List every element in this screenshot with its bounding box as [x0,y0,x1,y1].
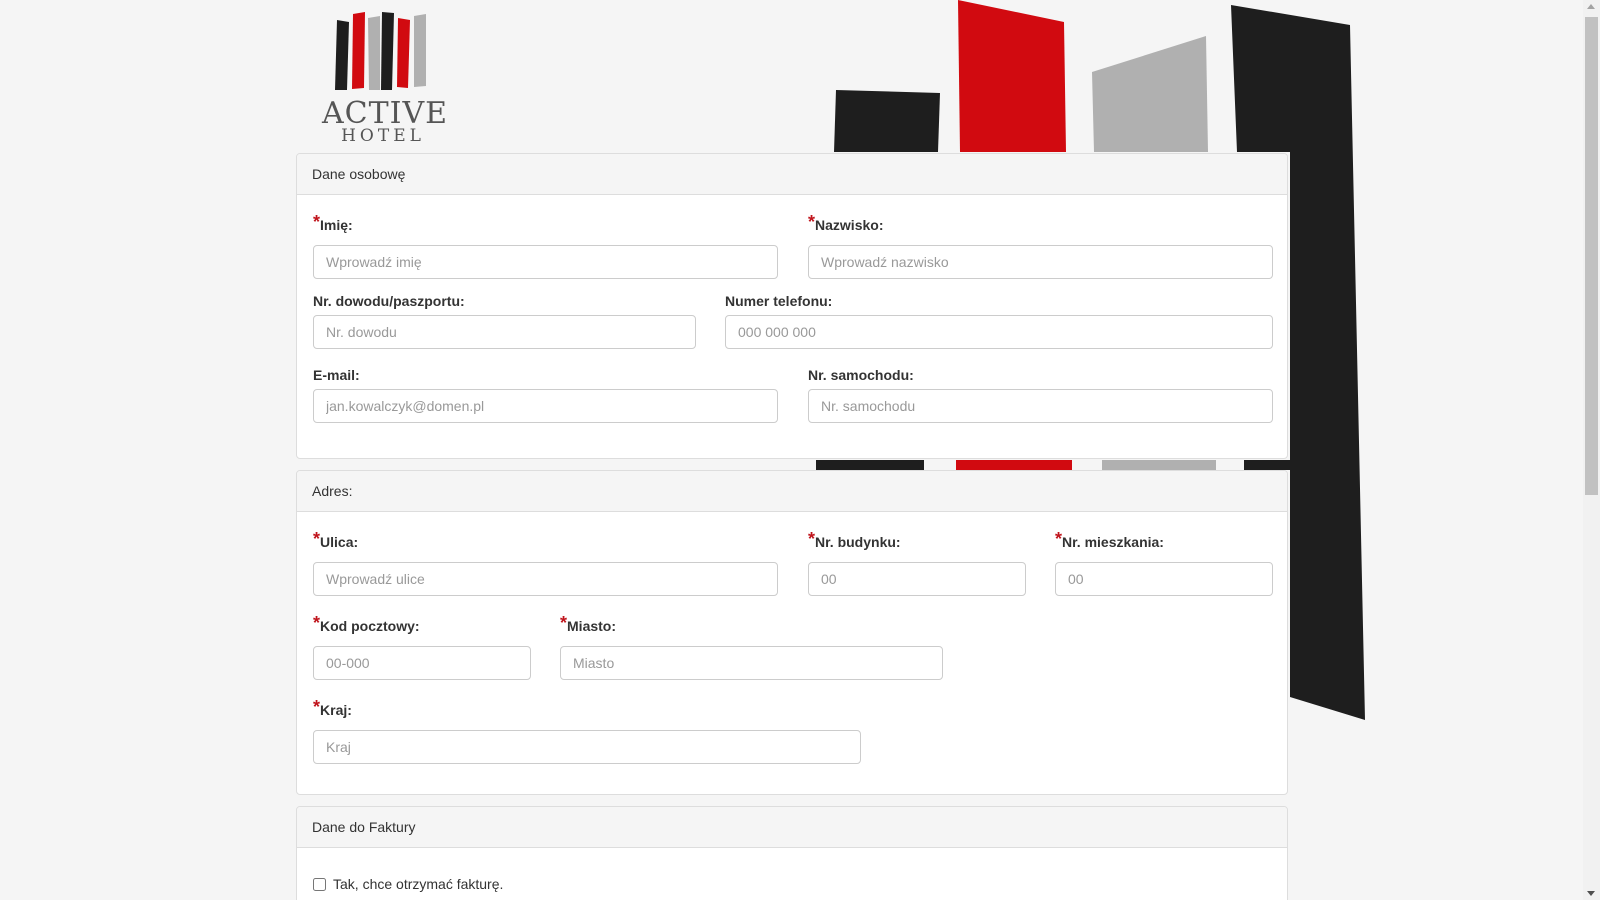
page-scrollbar[interactable] [1583,0,1600,900]
id-number-field: Nr. dowodu/paszportu: [313,291,696,349]
last-name-field: *Nazwisko: [808,212,1273,279]
last-name-input[interactable] [808,245,1273,279]
invoice-panel: Dane do Faktury Tak, chce otrzymać faktu… [296,806,1288,900]
invoice-checkbox-label: Tak, chce otrzymać fakturę. [333,876,504,892]
personal-data-heading: Dane osobowę [297,154,1287,195]
street-input[interactable] [313,562,778,596]
invoice-heading: Dane do Faktury [297,807,1287,848]
scroll-up-arrow-icon[interactable] [1587,4,1595,9]
invoice-checkbox-row[interactable]: Tak, chce otrzymać fakturę. [313,876,503,892]
postal-code-input[interactable] [313,646,531,680]
phone-input[interactable] [725,315,1273,349]
hotel-logo[interactable]: ACTIVE HOTEL [322,10,447,146]
country-label: *Kraj: [313,697,352,718]
required-marker: * [313,212,321,232]
country-field: *Kraj: [313,697,861,764]
apartment-number-input[interactable] [1055,562,1273,596]
scrollbar-thumb[interactable] [1585,17,1598,495]
required-marker: * [313,613,321,633]
email-label: E-mail: [313,367,360,383]
email-input[interactable] [313,389,778,423]
postal-code-label: *Kod pocztowy: [313,613,420,634]
id-number-label: Nr. dowodu/paszportu: [313,293,465,309]
first-name-field: *Imię: [313,212,778,279]
street-field: *Ulica: [313,529,778,596]
address-heading: Adres: [297,471,1287,512]
required-marker: * [313,697,321,717]
car-number-field: Nr. samochodu: [808,365,1273,423]
city-field: *Miasto: [560,613,943,680]
email-field: E-mail: [313,365,778,423]
first-name-label: *Imię: [313,212,353,233]
city-label: *Miasto: [560,613,617,634]
city-input[interactable] [560,646,943,680]
postal-code-field: *Kod pocztowy: [313,613,531,680]
required-marker: * [313,529,321,549]
apartment-number-label: *Nr. mieszkania: [1055,529,1164,550]
building-number-field: *Nr. budynku: [808,529,1026,596]
phone-field: Numer telefonu: [725,291,1273,349]
personal-data-panel: Dane osobowę *Imię: *Nazwisko: Nr. dowod… [296,153,1288,459]
street-label: *Ulica: [313,529,359,550]
first-name-input[interactable] [313,245,778,279]
phone-label: Numer telefonu: [725,293,833,309]
car-number-label: Nr. samochodu: [808,367,914,383]
required-marker: * [808,529,816,549]
scroll-down-arrow-icon[interactable] [1587,891,1595,896]
required-marker: * [1055,529,1063,549]
building-number-label: *Nr. budynku: [808,529,901,550]
building-number-input[interactable] [808,562,1026,596]
invoice-checkbox[interactable] [313,877,326,891]
country-input[interactable] [313,730,861,764]
id-number-input[interactable] [313,315,696,349]
logo-text-hotel: HOTEL [341,126,425,146]
required-marker: * [560,613,568,633]
apartment-number-field: *Nr. mieszkania: [1055,529,1273,596]
required-marker: * [808,212,816,232]
logo-bars-icon [335,12,426,90]
last-name-label: *Nazwisko: [808,212,884,233]
address-panel: Adres: *Ulica: *Nr. budynku: *Nr. mieszk… [296,470,1288,795]
car-number-input[interactable] [808,389,1273,423]
